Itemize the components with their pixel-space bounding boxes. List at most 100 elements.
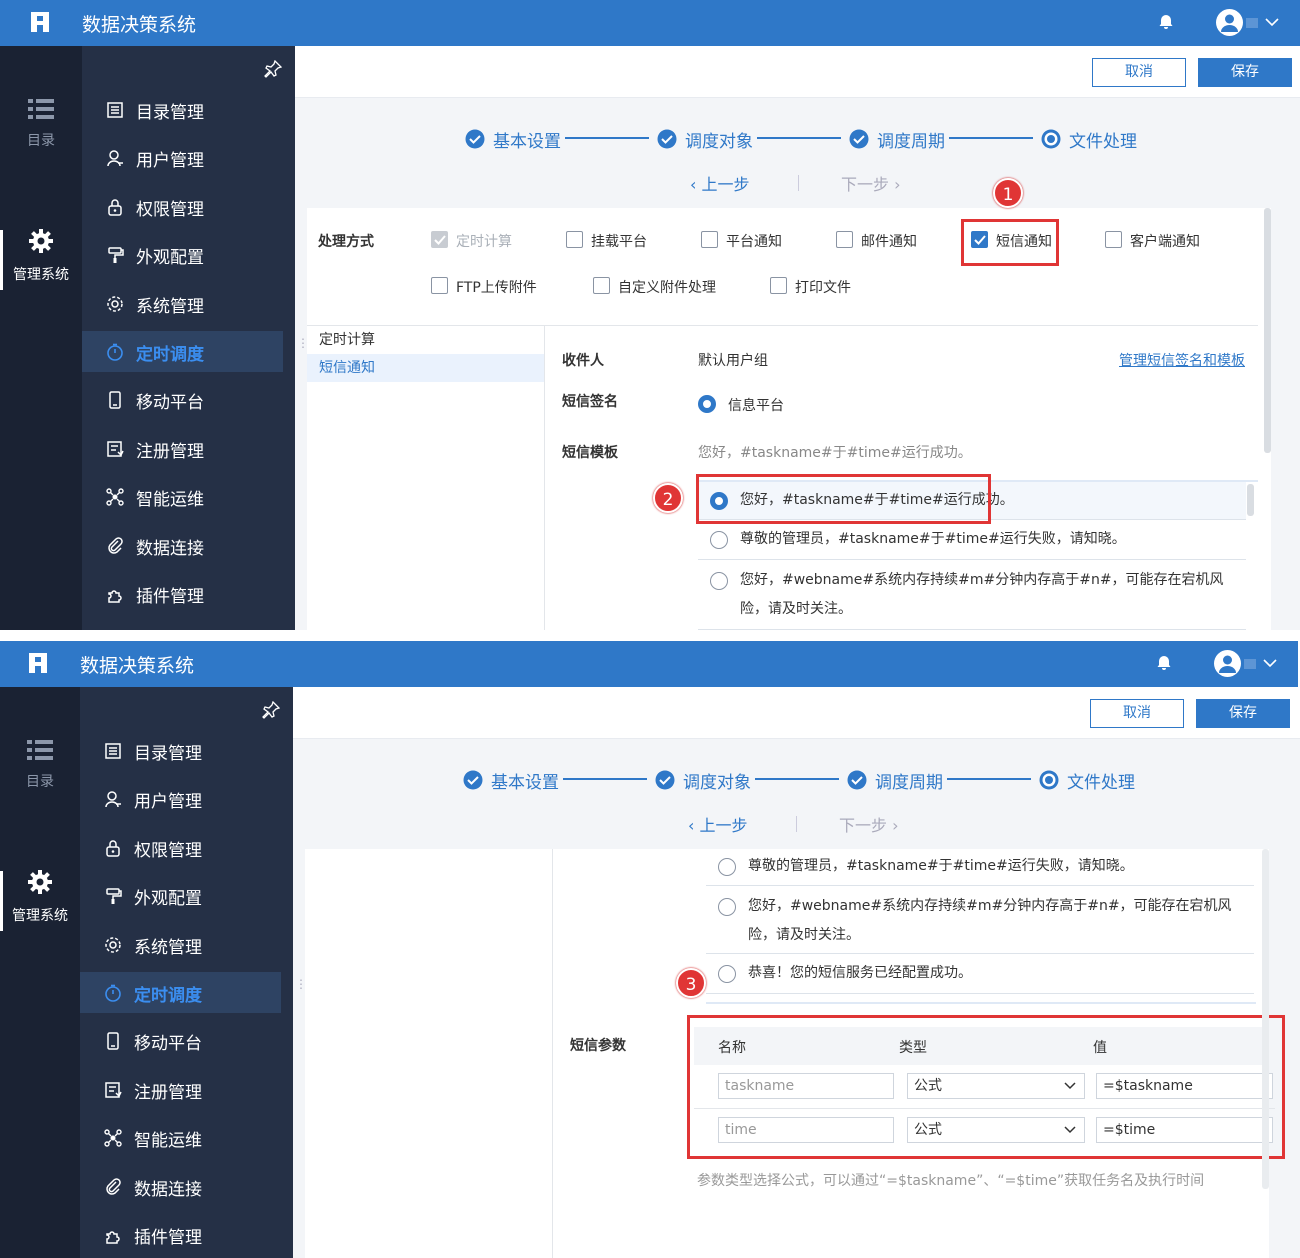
app-logo-icon [29,653,47,673]
menu-item[interactable]: 注册管理 [80,1069,281,1110]
menu-item-label: 用户管理 [136,151,204,172]
bell-icon[interactable] [1158,14,1174,30]
menu-item[interactable]: 外观配置 [80,875,281,916]
checkbox[interactable] [701,231,718,248]
resize-handle[interactable]: ⋮ [295,977,307,991]
screenshot-1: 数据决策系统 目录 管理系统 目录管理 用户管理 权限管理 外观配置 系统管理 定时调度移… [0,0,1300,630]
network-icon [106,488,124,506]
checkbox[interactable] [431,277,448,294]
rail-catalog-label: 目录 [27,133,55,149]
menu-item[interactable]: 数据连接 [80,1166,281,1207]
menu-item-label: 移动平台 [136,393,204,414]
menu-item[interactable]: 移动平台 [82,379,283,420]
signature-value: 信息平台 [728,398,784,414]
prev-step-button[interactable]: ‹ 上一步 [688,812,748,836]
chevron-down-icon[interactable] [1262,655,1278,671]
prev-step-button[interactable]: ‹ 上一步 [690,171,750,195]
template-list: 尊敬的管理员，#taskname#于#time#运行失败，请知晓。 您好，#we… [706,849,1261,1009]
template-radio[interactable] [710,572,728,590]
nav-divider [798,175,799,191]
menu-item[interactable]: 系统管理 [82,283,283,324]
rail-admin[interactable]: 管理系统 [0,869,80,925]
rail-admin-label: 管理系统 [13,267,69,283]
user-icon [107,150,123,167]
resize-handle[interactable]: ⋮ [297,336,309,350]
template-radio[interactable] [718,965,736,983]
left-rail: 目录 管理系统 [0,46,82,630]
params-hint: 参数类型选择公式，可以通过“=$taskname”、“=$time”获取任务名及… [697,1173,1205,1189]
callout-badge-1: 1 [993,178,1023,208]
option-label: 定时计算 [456,234,512,250]
next-step-label: 下一步 [841,175,890,194]
admin-menu: 目录管理用户管理权限管理外观配置系统管理定时调度移动平台注册管理智能运维数据连接… [82,46,295,630]
manage-sms-link[interactable]: 管理短信签名和模板 [1119,350,1245,370]
menu-item[interactable]: 定时调度 [82,331,283,372]
menu-item-label: 定时调度 [136,345,204,365]
menu-item[interactable]: 智能运维 [82,476,283,517]
prev-step-label: 上一步 [699,816,748,835]
menu-item[interactable]: 用户管理 [82,137,283,178]
checkbox[interactable] [836,231,853,248]
signature-radio[interactable] [698,395,716,413]
template-scrollbar[interactable] [1247,484,1254,516]
menu-item[interactable]: 移动平台 [80,1020,281,1061]
step-label: 调度周期 [875,773,943,793]
rail-catalog[interactable]: 目录 [0,98,82,150]
lock-icon [106,840,120,857]
menu-item[interactable]: 系统管理 [80,924,281,965]
menu-item[interactable]: 数据连接 [82,525,283,566]
bell-icon[interactable] [1156,655,1172,671]
left-rail: 目录 管理系统 [0,687,80,1258]
menu-item[interactable]: 目录管理 [82,89,283,130]
template-option[interactable]: 尊敬的管理员，#taskname#于#time#运行失败，请知晓。 [706,849,1254,886]
template-text: 您好，#webname#系统内存持续#m#分钟内存高于#n#，可能存在宕机风险，… [748,898,1232,943]
menu-item[interactable]: 权限管理 [82,186,283,227]
checkbox[interactable] [566,231,583,248]
cancel-button[interactable]: 取消 [1092,58,1186,87]
menu-item[interactable]: 权限管理 [80,827,281,868]
menu-item[interactable]: 外观配置 [82,234,283,275]
menu-item[interactable]: 目录管理 [80,730,281,771]
register-icon [105,1082,122,1098]
next-step-button[interactable]: 下一步 › [841,171,901,195]
catalog-icon [105,743,121,759]
timer-icon [105,984,121,1002]
avatar[interactable] [1216,9,1243,36]
panel-scrollbar[interactable] [1262,849,1269,1189]
template-option[interactable]: 恭喜！您的短信服务已经配置成功。 [706,954,1254,994]
panel-scrollbar[interactable] [1264,208,1271,453]
checkbox[interactable] [593,277,610,294]
user-name-redacted [1244,659,1256,669]
step-connector [565,137,649,139]
rail-catalog[interactable]: 目录 [0,739,80,791]
template-radio[interactable] [710,531,728,549]
chevron-down-icon[interactable] [1264,14,1280,30]
checkbox[interactable] [431,231,448,248]
cancel-button[interactable]: 取消 [1090,699,1184,728]
checkbox[interactable] [770,277,787,294]
template-radio[interactable] [718,898,736,916]
menu-item[interactable]: 注册管理 [82,428,283,469]
pin-icon[interactable] [262,701,280,719]
checkbox[interactable] [1105,231,1122,248]
next-step-button[interactable]: 下一步 › [839,812,899,836]
rail-admin[interactable]: 管理系统 [0,228,82,284]
menu-item[interactable]: 用户管理 [80,778,281,819]
template-option[interactable]: 您好，#webname#系统内存持续#m#分钟内存高于#n#，可能存在宕机风险，… [698,560,1246,630]
step-label: 调度对象 [683,773,751,793]
menu-item[interactable]: 插件管理 [80,1214,281,1255]
menu-item[interactable]: 定时调度 [80,972,281,1013]
tree-item-scheduled-calc[interactable]: 定时计算 [307,326,544,354]
recipient-value: 默认用户组 [698,353,768,369]
save-button[interactable]: 保存 [1198,58,1292,87]
menu-item[interactable]: 插件管理 [82,573,283,614]
template-option[interactable]: 尊敬的管理员，#taskname#于#time#运行失败，请知晓。 [698,520,1246,560]
avatar[interactable] [1214,650,1241,677]
menu-item-label: 外观配置 [134,889,202,910]
pin-icon[interactable] [264,60,282,78]
save-button[interactable]: 保存 [1196,699,1290,728]
menu-item[interactable]: 智能运维 [80,1117,281,1158]
template-option[interactable]: 您好，#webname#系统内存持续#m#分钟内存高于#n#，可能存在宕机风险，… [706,886,1254,954]
template-radio[interactable] [718,858,736,876]
tree-item-sms[interactable]: 短信通知 [307,354,544,382]
